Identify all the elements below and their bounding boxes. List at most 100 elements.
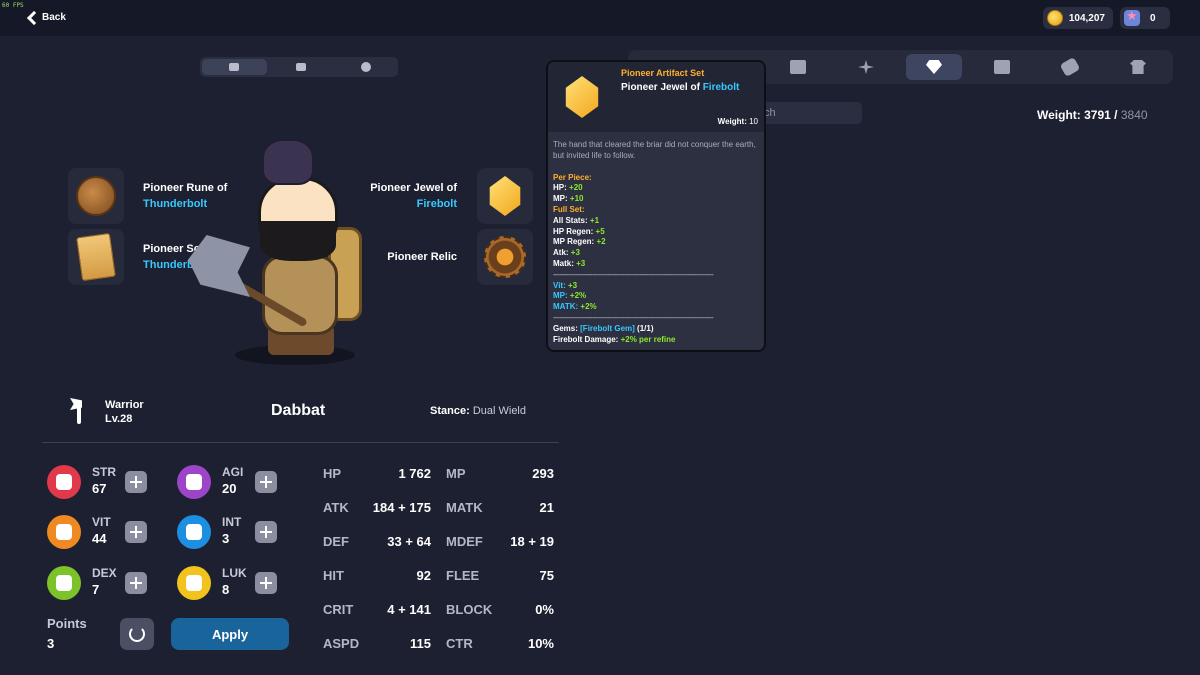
stat-block: BLOCK 0% [446,602,554,622]
target-icon [47,566,81,600]
class-name: Warrior [105,399,144,411]
top-bar: 60 FPS Back 104,207 0 [0,0,1200,36]
tab-materials[interactable] [838,54,894,80]
vit-plus-button[interactable] [125,521,147,543]
stance-info: Stance: Dual Wield [430,405,526,417]
warrior-axe-icon [66,396,92,424]
equip-slot-scroll[interactable] [68,229,124,285]
attr-int: INT 3 [177,513,287,553]
stance-value: Dual Wield [472,405,526,417]
reset-button[interactable] [120,618,154,650]
stat-value: 75 [539,568,554,583]
tab-face[interactable] [333,57,398,77]
jewel-icon [489,176,521,216]
stat-value: 21 [539,500,554,515]
equip-slot-jewel[interactable] [477,168,533,224]
full-set-line: All Stats: +1 [553,215,600,225]
tab-artifacts[interactable] [202,59,267,75]
scroll-icon [1059,56,1081,78]
stat-crit: CRIT 4 + 141 [323,602,431,622]
tooltip-weight: Weight: 10 [718,117,758,126]
artifact-tab-icon [229,63,240,71]
stat-def: DEF 33 + 64 [323,534,431,554]
full-set-line: HP Regen: +5 [553,226,605,236]
attr-name: LUK [222,566,247,580]
attr-name: INT [222,515,242,529]
attr-value: 44 [92,531,107,546]
attr-str: STR 67 [47,463,157,503]
stat-value: 92 [416,568,431,583]
attr-agi: AGI 20 [177,463,287,503]
heart-icon [47,515,81,549]
coin-icon [1047,10,1063,26]
stat-name: HP [323,466,342,481]
dex-plus-button[interactable] [125,572,147,594]
stat-value: 4 + 141 [387,602,431,617]
full-set-label: Full Set: [553,204,585,214]
chevron-left-icon [26,10,36,24]
stat-name: ATK [323,500,349,515]
attr-name: VIT [92,515,111,529]
attr-name: AGI [222,465,244,479]
tab-scrolls[interactable] [1042,54,1098,80]
stat-hit: HIT 92 [323,568,431,588]
stat-name: BLOCK [446,602,493,617]
stat-name: MP [446,466,466,481]
attr-luk: LUK 8 [177,564,287,604]
tab-books[interactable] [974,54,1030,80]
tooltip-item-base-name: Pioneer Jewel of [621,82,700,93]
character-beard [260,221,336,261]
tab-cards[interactable] [770,54,826,80]
stat-name: DEF [323,534,349,549]
attr-value: 7 [92,582,100,597]
tooltip-body: The hand that cleared the briar did not … [553,140,761,345]
int-plus-button[interactable] [255,521,277,543]
agi-plus-button[interactable] [255,471,277,493]
gem-counter[interactable]: 0 [1120,7,1170,29]
gem-icon [926,60,942,74]
snowflake-icon [858,60,874,74]
str-plus-button[interactable] [125,471,147,493]
equip-name: Pioneer Relic [387,251,457,263]
stat-name: FLEE [446,568,480,583]
back-button[interactable]: Back [26,10,66,24]
attr-name: DEX [92,566,117,580]
tooltip-item-name: Pioneer Jewel of Firebolt [621,82,739,93]
equip-slot-rune[interactable] [68,168,124,224]
book-icon [994,60,1010,74]
bonus-line: Vit: +3 [553,280,578,290]
coin-counter[interactable]: 104,207 [1043,7,1113,29]
attr-value: 67 [92,481,107,496]
character-name: Dabbat [271,402,326,419]
stat-value: 18 + 19 [510,534,554,549]
agility-icon [177,465,211,499]
attr-value: 20 [222,481,237,496]
axe-icon [188,235,250,297]
weight-current: 3791 [1084,108,1111,122]
attr-name: STR [92,465,116,479]
shirt-icon [296,63,306,71]
tooltip-separator: ----------------------------------------… [553,312,714,322]
gem-amount: 0 [1150,12,1156,24]
stat-value: 1 762 [398,466,431,481]
stat-name: ASPD [323,636,360,651]
apply-button[interactable]: Apply [171,618,289,650]
luk-plus-button[interactable] [255,572,277,594]
tooltip-item-element: Firebolt [702,82,740,93]
equipment-set-tabs [200,57,398,77]
stat-name: CTR [446,636,473,651]
stat-aspd: ASPD 115 [323,636,431,656]
equip-slot-relic[interactable] [477,229,533,285]
bonus-line: MP: +2% [553,291,587,301]
per-piece-label: Per Piece: [553,172,592,182]
fps-counter: 60 FPS [2,2,24,9]
luck-icon [177,566,211,600]
stat-value: 184 + 175 [372,500,431,515]
tab-costume[interactable] [269,57,334,77]
tab-gems[interactable] [906,54,962,80]
bonus-line: MATK: +2% [553,302,597,312]
tab-costumes[interactable] [1110,54,1166,80]
stat-name: CRIT [323,602,354,617]
tooltip-weight-label: Weight: [717,117,747,126]
face-icon [360,62,371,72]
